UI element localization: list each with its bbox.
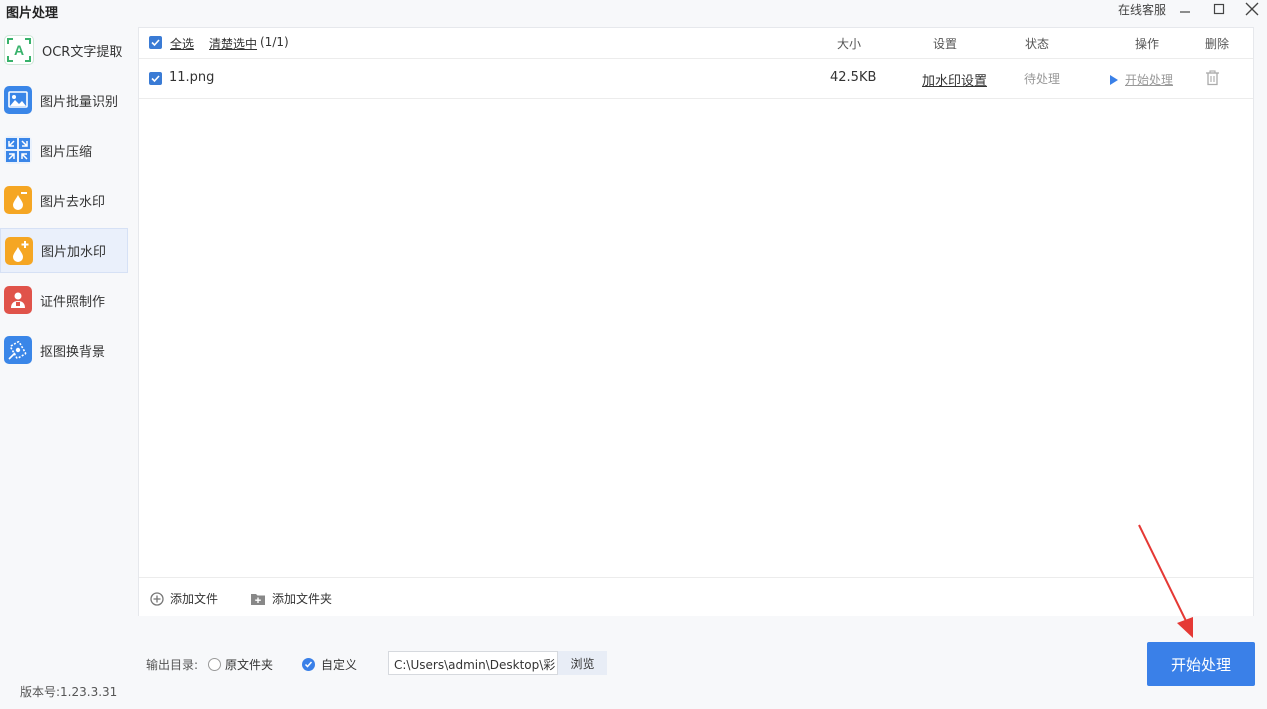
select-all-link[interactable]: 全选 bbox=[170, 35, 194, 52]
annotation-arrow-icon bbox=[1138, 524, 1193, 638]
sidebar-item-label: 图片加水印 bbox=[41, 245, 107, 260]
plus-circle-icon bbox=[150, 591, 164, 606]
radio-unchecked[interactable] bbox=[208, 658, 221, 671]
table-row: 11.png 42.5KB 加水印设置 待处理 开始处理 bbox=[139, 59, 1253, 99]
add-file-button[interactable]: 添加文件 bbox=[150, 590, 218, 607]
start-processing-button[interactable]: 开始处理 bbox=[1147, 642, 1255, 686]
checkmark-icon bbox=[304, 661, 313, 668]
sidebar-item-label: 图片去水印 bbox=[40, 194, 106, 210]
checkmark-icon bbox=[151, 75, 160, 83]
selection-count: (1/1) bbox=[260, 35, 289, 49]
title-bar: 图片处理 在线客服 bbox=[0, 0, 1267, 22]
sidebar-item-add-watermark[interactable]: 图片加水印 bbox=[0, 228, 128, 273]
sidebar-item-compress[interactable]: 图片压缩 bbox=[0, 128, 127, 172]
id-photo-icon bbox=[4, 286, 32, 314]
file-size: 42.5KB bbox=[830, 70, 877, 85]
add-file-label: 添加文件 bbox=[170, 592, 219, 606]
minimize-icon bbox=[1180, 11, 1190, 13]
output-dir-label: 输出目录: bbox=[146, 658, 199, 672]
column-header-action: 操作 bbox=[1135, 37, 1160, 51]
file-status: 待处理 bbox=[1024, 72, 1061, 86]
maximize-button[interactable] bbox=[1208, 0, 1230, 18]
compress-icon bbox=[4, 136, 32, 164]
output-custom-option[interactable]: 自定义 bbox=[302, 656, 357, 673]
delete-button[interactable] bbox=[1205, 70, 1220, 90]
sidebar-item-ocr[interactable]: A OCR文字提取 bbox=[0, 28, 127, 72]
sidebar-item-label: OCR文字提取 bbox=[42, 44, 123, 60]
output-original-option[interactable]: 原文件夹 bbox=[208, 656, 273, 673]
image-recognition-icon bbox=[4, 86, 32, 114]
remove-watermark-icon bbox=[4, 186, 32, 214]
watermark-settings-link[interactable]: 加水印设置 bbox=[922, 70, 987, 89]
select-all-checkbox[interactable] bbox=[149, 36, 162, 49]
file-name: 11.png bbox=[169, 70, 215, 85]
clear-selection-link[interactable]: 清楚选中 bbox=[209, 35, 257, 52]
minimize-button[interactable] bbox=[1174, 0, 1196, 18]
sidebar-item-label: 图片批量识别 bbox=[40, 94, 119, 110]
browse-button[interactable]: 浏览 bbox=[558, 651, 607, 675]
table-header: 全选 清楚选中 (1/1) 大小 设置 状态 操作 删除 bbox=[139, 28, 1253, 59]
radio-checked[interactable] bbox=[302, 658, 315, 671]
row-start-button[interactable]: 开始处理 bbox=[1109, 71, 1173, 88]
column-header-status: 状态 bbox=[1025, 37, 1050, 51]
add-folder-button[interactable]: 添加文件夹 bbox=[250, 590, 332, 607]
app-title: 图片处理 bbox=[6, 6, 59, 21]
version-label: 版本号:1.23.3.31 bbox=[20, 685, 118, 699]
column-header-delete: 删除 bbox=[1205, 37, 1230, 51]
checkmark-icon bbox=[151, 39, 160, 47]
sidebar-item-label: 图片压缩 bbox=[40, 144, 93, 160]
sidebar-item-label: 抠图换背景 bbox=[40, 344, 106, 360]
output-custom-label: 自定义 bbox=[321, 658, 358, 672]
add-files-bar: 添加文件 添加文件夹 bbox=[139, 577, 1253, 616]
output-original-label: 原文件夹 bbox=[225, 658, 274, 672]
close-icon bbox=[1245, 2, 1259, 16]
sidebar-item-cutout-background[interactable]: 抠图换背景 bbox=[0, 328, 127, 372]
svg-text:A: A bbox=[14, 42, 24, 58]
add-folder-icon bbox=[251, 593, 265, 605]
play-icon bbox=[1110, 74, 1118, 85]
sidebar-item-label: 证件照制作 bbox=[40, 294, 106, 310]
file-list-panel bbox=[138, 27, 1254, 616]
sidebar-item-remove-watermark[interactable]: 图片去水印 bbox=[0, 178, 127, 222]
sidebar-item-id-photo[interactable]: 证件照制作 bbox=[0, 278, 127, 322]
add-watermark-icon bbox=[5, 236, 33, 265]
cutout-background-icon bbox=[4, 336, 32, 364]
column-header-settings: 设置 bbox=[933, 37, 958, 51]
row-start-label: 开始处理 bbox=[1125, 73, 1174, 87]
online-support-link[interactable]: 在线客服 bbox=[1118, 1, 1166, 18]
trash-icon bbox=[1206, 70, 1219, 86]
maximize-icon bbox=[1213, 3, 1225, 15]
output-path-field[interactable]: C:\Users\admin\Desktop\彩 bbox=[388, 651, 558, 675]
sidebar-item-image-recognition[interactable]: 图片批量识别 bbox=[0, 78, 127, 122]
column-header-size: 大小 bbox=[837, 37, 862, 51]
close-button[interactable] bbox=[1241, 0, 1263, 18]
add-folder-label: 添加文件夹 bbox=[272, 592, 333, 606]
row-checkbox[interactable] bbox=[149, 72, 162, 85]
ocr-icon: A bbox=[4, 35, 34, 65]
